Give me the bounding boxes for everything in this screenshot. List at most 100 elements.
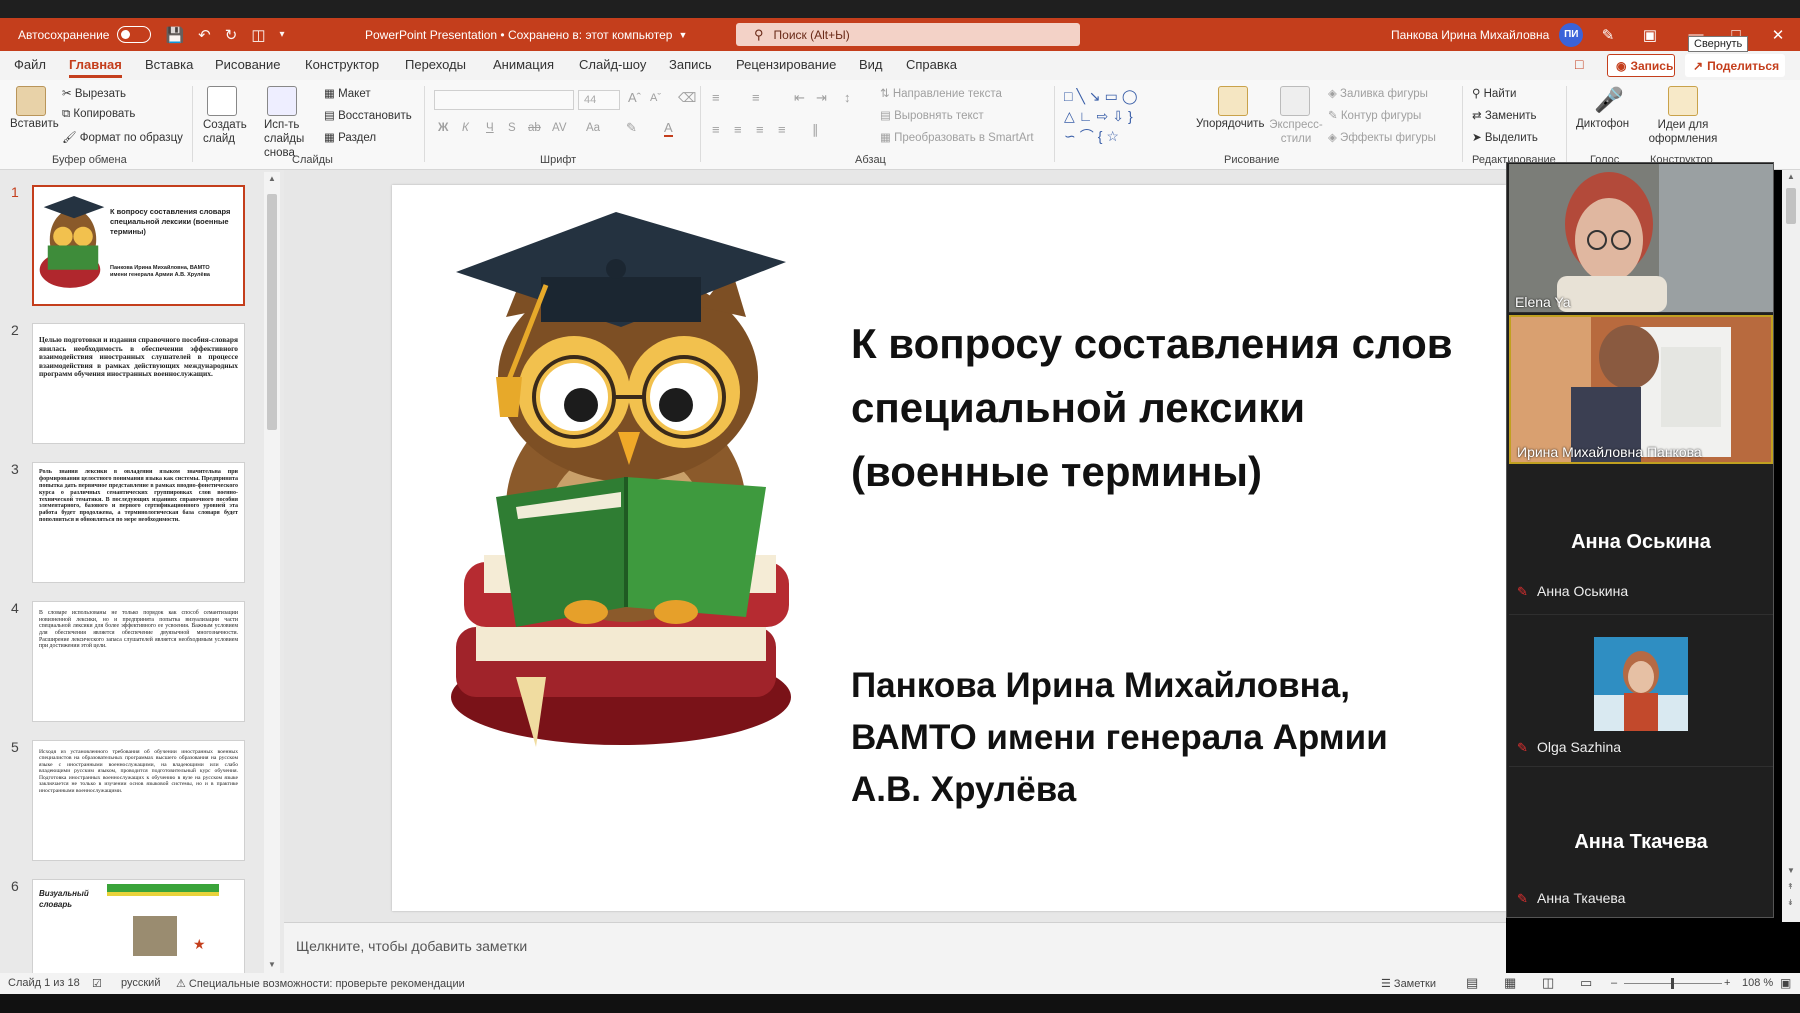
- undo-icon[interactable]: ↶: [198, 26, 211, 44]
- case-icon[interactable]: Aa: [586, 122, 600, 134]
- normal-view-icon[interactable]: ▤: [1466, 975, 1478, 991]
- customize-qat-icon[interactable]: ▾: [280, 29, 285, 40]
- comments-icon[interactable]: □: [1575, 56, 1583, 72]
- down-arrow-shape-icon[interactable]: ⇩: [1112, 108, 1128, 124]
- arc-shape-icon[interactable]: ⌒: [1080, 128, 1098, 144]
- scroll-up-icon[interactable]: ▲: [1787, 172, 1795, 181]
- share-button[interactable]: ↗ Поделиться: [1685, 54, 1785, 77]
- quick-styles-button[interactable]: Экспресс-стили: [1268, 118, 1324, 146]
- thumbnail-scrollbar[interactable]: ▲ ▼: [264, 172, 280, 973]
- tab-review[interactable]: Рецензирование: [736, 57, 836, 72]
- align-text-button[interactable]: ▤ Выровнять текст: [880, 108, 984, 122]
- tab-design[interactable]: Конструктор: [305, 57, 379, 72]
- slide-sorter-icon[interactable]: ▦: [1504, 975, 1516, 991]
- zoom-level[interactable]: 108 %: [1742, 977, 1773, 989]
- replace-button[interactable]: ⇄ Заменить: [1472, 108, 1537, 122]
- save-icon[interactable]: 💾: [165, 26, 184, 44]
- shapes-gallery[interactable]: □╲↘▭◯ △∟⇨⇩} ∽⌒{☆: [1064, 86, 1186, 148]
- paste-icon[interactable]: [16, 86, 46, 116]
- line-shape-icon[interactable]: ╲: [1076, 88, 1088, 104]
- editor-scrollbar[interactable]: ▲ ▼ ↟ ↡: [1782, 170, 1800, 922]
- decrease-indent-icon[interactable]: ⇤: [794, 90, 805, 106]
- find-button[interactable]: ⚲ Найти: [1472, 86, 1516, 100]
- align-right-icon[interactable]: ≡: [756, 122, 764, 137]
- chevron-down-icon[interactable]: ▼: [678, 30, 687, 40]
- line-spacing-icon[interactable]: ↕: [844, 90, 851, 105]
- align-left-icon[interactable]: ≡: [712, 122, 720, 137]
- rectangle-shape-icon[interactable]: ▭: [1105, 88, 1122, 104]
- pen-icon[interactable]: ✎: [1585, 18, 1631, 51]
- cut-button[interactable]: ✂ Вырезать: [62, 86, 126, 100]
- spacing-icon[interactable]: AV: [552, 122, 567, 134]
- microphone-icon[interactable]: 🎤: [1594, 86, 1624, 115]
- accessibility-button[interactable]: ⚠ Специальные возможности: проверьте рек…: [176, 977, 465, 990]
- smartart-button[interactable]: ▦ Преобразовать в SmartArt: [880, 130, 1034, 144]
- brace-shape-icon[interactable]: }: [1128, 108, 1137, 124]
- language-indicator[interactable]: русский: [121, 977, 160, 989]
- scroll-up-icon[interactable]: ▲: [268, 174, 276, 183]
- slide-thumbnail[interactable]: Целью подготовки и издания справочного п…: [32, 323, 245, 444]
- fit-slide-icon[interactable]: ▣: [1780, 976, 1791, 990]
- autosave-toggle[interactable]: [117, 26, 152, 43]
- dictate-button[interactable]: Диктофон: [1576, 118, 1629, 130]
- participant-video-tile[interactable]: Ирина Михайловна Панкова: [1509, 315, 1773, 464]
- layout-button[interactable]: ▦ Макет: [324, 86, 371, 100]
- font-grow-icon[interactable]: Aˆ: [628, 90, 641, 105]
- paste-button[interactable]: Вставить: [10, 118, 59, 130]
- search-input[interactable]: ⚲ Поиск (Alt+Ы): [736, 23, 1080, 46]
- tab-animations[interactable]: Анимация: [493, 57, 554, 72]
- bold-icon[interactable]: Ж: [438, 122, 448, 134]
- italic-icon[interactable]: К: [462, 122, 469, 134]
- current-slide[interactable]: К вопросу составления слов специальной л…: [392, 185, 1506, 911]
- arrange-icon[interactable]: [1218, 86, 1248, 116]
- triangle-shape-icon[interactable]: △: [1064, 108, 1079, 124]
- tab-home[interactable]: Главная: [69, 57, 122, 78]
- new-slide-icon[interactable]: [207, 86, 237, 116]
- tab-record[interactable]: Запись: [669, 57, 712, 72]
- reuse-slides-icon[interactable]: [267, 86, 297, 116]
- slide-subtitle[interactable]: Панкова Ирина Михайловна, ВАМТО имени ге…: [851, 660, 1491, 816]
- align-center-icon[interactable]: ≡: [734, 122, 742, 137]
- connector-shape-icon[interactable]: ∟: [1079, 108, 1097, 124]
- tab-help[interactable]: Справка: [906, 57, 957, 72]
- highlight-icon[interactable]: ✎: [626, 120, 637, 136]
- curve-shape-icon[interactable]: ∽: [1064, 128, 1080, 144]
- zoom-slider-thumb[interactable]: [1671, 978, 1674, 989]
- font-size-box[interactable]: 44: [578, 90, 620, 110]
- participant-tile[interactable]: ✎ Olga Sazhina: [1509, 617, 1773, 767]
- close-button[interactable]: ✕: [1755, 18, 1800, 51]
- scroll-down-icon[interactable]: ▼: [1787, 866, 1795, 875]
- tab-file[interactable]: Файл: [14, 57, 46, 72]
- slide-thumbnail[interactable]: Роль знания лексики в овладении языком з…: [32, 462, 245, 583]
- quick-styles-icon[interactable]: [1280, 86, 1310, 116]
- arrange-button[interactable]: Упорядочить: [1196, 118, 1264, 130]
- new-slide-button[interactable]: Создать слайд: [203, 118, 247, 146]
- columns-icon[interactable]: ∥: [812, 122, 819, 138]
- oval-shape-icon[interactable]: ◯: [1122, 88, 1142, 104]
- tab-draw[interactable]: Рисование: [215, 57, 280, 72]
- notes-pane[interactable]: Щелкните, чтобы добавить заметки: [284, 922, 1506, 973]
- participant-tile[interactable]: Анна Ткачева ✎ Анна Ткачева: [1509, 769, 1773, 917]
- scrollbar-thumb[interactable]: [1786, 188, 1796, 224]
- select-button[interactable]: ➤ Выделить: [1472, 130, 1538, 144]
- increase-indent-icon[interactable]: ⇥: [816, 90, 827, 106]
- copy-button[interactable]: ⧉ Копировать: [62, 108, 135, 121]
- font-shrink-icon[interactable]: Aˇ: [650, 92, 661, 104]
- star-shape-icon[interactable]: ☆: [1106, 128, 1123, 144]
- slide-thumbnail[interactable]: Исходя из установленного требования об о…: [32, 740, 245, 861]
- next-slide-icon[interactable]: ↡: [1787, 898, 1794, 907]
- reset-button[interactable]: ▤ Восстановить: [324, 108, 412, 122]
- reading-view-icon[interactable]: ◫: [1542, 975, 1554, 991]
- redo-icon[interactable]: ↻: [225, 26, 238, 44]
- participant-tile[interactable]: Анна Оськина ✎ Анна Оськина: [1509, 467, 1773, 615]
- user-name[interactable]: Панкова Ирина Михайловна: [1391, 28, 1549, 42]
- prev-slide-icon[interactable]: ↟: [1787, 882, 1794, 891]
- font-name-box[interactable]: [434, 90, 574, 110]
- avatar[interactable]: ПИ: [1559, 22, 1584, 47]
- designer-icon[interactable]: [1668, 86, 1698, 116]
- textbox-shape-icon[interactable]: □: [1064, 88, 1076, 104]
- participant-video-tile[interactable]: Elena Ya: [1509, 164, 1773, 313]
- font-color-icon[interactable]: A: [664, 120, 673, 137]
- zoom-in-icon[interactable]: +: [1724, 977, 1730, 989]
- slide-thumbnail[interactable]: Визуальный словарь ★: [32, 879, 245, 973]
